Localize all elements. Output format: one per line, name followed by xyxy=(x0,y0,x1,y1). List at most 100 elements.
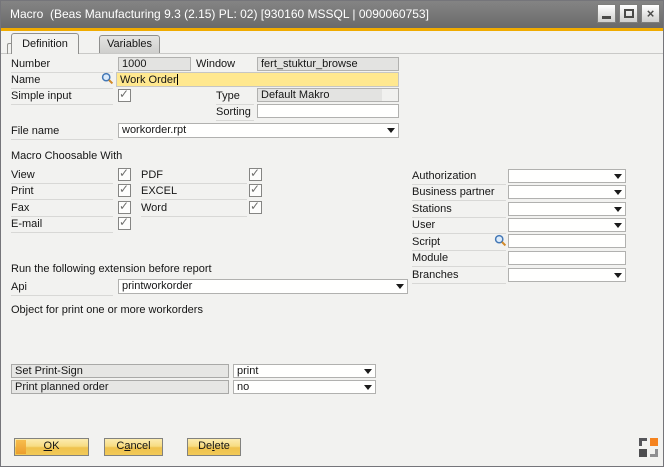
chevron-down-icon xyxy=(614,207,622,212)
simple-input-checkbox[interactable]: ✓ xyxy=(118,89,131,102)
logo-corner-top-left xyxy=(639,438,647,446)
tab-definition[interactable]: Definition xyxy=(11,33,79,54)
choosable-heading: Macro Choosable With xyxy=(11,150,171,164)
set-print-sign-label: Set Print-Sign xyxy=(11,364,229,378)
chevron-down-icon xyxy=(614,223,622,228)
tab-variables[interactable]: Variables xyxy=(99,35,160,53)
logo-corner-bottom-right xyxy=(650,449,658,457)
print-planned-order-value: no xyxy=(237,381,249,393)
logo-square-gray xyxy=(639,449,647,457)
ok-label-post: K xyxy=(52,440,59,452)
api-description: Object for print one or more workorders xyxy=(11,304,331,318)
extension-heading: Run the following extension before repor… xyxy=(11,263,301,277)
chevron-down-icon xyxy=(364,385,372,390)
delete-label-pre: De xyxy=(198,440,212,452)
macro-dialog-window: Macro (Beas Manufacturing 9.3 (2.15) PL:… xyxy=(0,0,664,467)
number-label: Number xyxy=(11,58,113,73)
business-partner-dropdown[interactable] xyxy=(508,185,626,199)
number-field: 1000 xyxy=(118,57,191,71)
title-bar[interactable]: Macro (Beas Manufacturing 9.3 (2.15) PL:… xyxy=(1,1,663,28)
chevron-down-icon xyxy=(614,190,622,195)
check-icon: ✓ xyxy=(119,216,129,229)
print-label: Print xyxy=(11,185,113,200)
file-name-dropdown[interactable]: workorder.rpt xyxy=(118,123,399,138)
api-value: printworkorder xyxy=(122,280,192,292)
type-field: Default Makro xyxy=(257,88,399,102)
stations-dropdown[interactable] xyxy=(508,202,626,216)
print-checkbox[interactable]: ✓ xyxy=(118,184,131,197)
set-print-sign-dropdown[interactable]: print xyxy=(233,364,376,378)
ok-button[interactable]: OK xyxy=(14,438,89,456)
window-controls: × xyxy=(597,4,660,23)
excel-checkbox[interactable]: ✓ xyxy=(249,184,262,197)
name-label: Name xyxy=(11,74,113,89)
maximize-icon xyxy=(624,9,634,18)
chevron-down-icon xyxy=(614,174,622,179)
check-icon: ✓ xyxy=(119,88,129,101)
user-dropdown[interactable] xyxy=(508,218,626,232)
branches-label: Branches xyxy=(412,269,506,284)
email-label: E-mail xyxy=(11,218,113,233)
minimize-button[interactable] xyxy=(597,4,616,23)
word-checkbox[interactable]: ✓ xyxy=(249,201,262,214)
name-field[interactable]: Work Order xyxy=(116,72,399,87)
pdf-checkbox[interactable]: ✓ xyxy=(249,168,262,181)
user-label: User xyxy=(412,219,506,234)
accent-line xyxy=(1,28,663,31)
word-label: Word xyxy=(141,202,247,217)
close-icon: × xyxy=(647,7,655,20)
maximize-button[interactable] xyxy=(619,4,638,23)
delete-label-post: ete xyxy=(215,440,230,452)
module-label: Module xyxy=(412,252,506,267)
beas-logo-icon xyxy=(639,438,658,457)
view-label: View xyxy=(11,169,113,184)
minimize-icon xyxy=(602,16,611,19)
text-caret xyxy=(177,74,178,85)
chevron-down-icon xyxy=(387,128,395,133)
chevron-down-icon xyxy=(396,284,404,289)
delete-button[interactable]: Delete xyxy=(187,438,241,456)
name-lookup-magnifier-icon[interactable] xyxy=(101,72,114,85)
check-icon: ✓ xyxy=(119,167,129,180)
cancel-button[interactable]: Cancel xyxy=(104,438,163,456)
tab-strip-divider xyxy=(1,53,663,54)
check-icon: ✓ xyxy=(119,183,129,196)
type-field-cap xyxy=(382,89,398,101)
chevron-down-icon xyxy=(364,369,372,374)
cancel-label-post: ncel xyxy=(130,440,150,452)
name-value: Work Order xyxy=(120,74,177,86)
sorting-field[interactable] xyxy=(257,104,399,118)
script-field[interactable] xyxy=(508,234,626,248)
window-label: Window xyxy=(196,58,254,73)
business-partner-label: Business partner xyxy=(412,186,506,201)
window-field: fert_stuktur_browse xyxy=(257,57,399,71)
check-icon: ✓ xyxy=(119,200,129,213)
check-icon: ✓ xyxy=(250,183,260,196)
close-button[interactable]: × xyxy=(641,4,660,23)
simple-input-label: Simple input xyxy=(11,90,113,105)
view-checkbox[interactable]: ✓ xyxy=(118,168,131,181)
module-field[interactable] xyxy=(508,251,626,265)
chevron-down-icon xyxy=(614,273,622,278)
authorization-label: Authorization xyxy=(412,170,506,185)
type-label: Type xyxy=(216,90,254,105)
fax-checkbox[interactable]: ✓ xyxy=(118,201,131,214)
check-icon: ✓ xyxy=(250,200,260,213)
check-icon: ✓ xyxy=(250,167,260,180)
script-lookup-magnifier-icon[interactable] xyxy=(494,234,507,247)
script-label: Script xyxy=(412,236,506,251)
branches-dropdown[interactable] xyxy=(508,268,626,282)
default-button-accent xyxy=(16,440,26,454)
authorization-dropdown[interactable] xyxy=(508,169,626,183)
file-name-value: workorder.rpt xyxy=(122,124,186,136)
file-name-label: File name xyxy=(11,125,113,140)
stations-label: Stations xyxy=(412,203,506,218)
set-print-sign-value: print xyxy=(237,365,258,377)
print-planned-order-dropdown[interactable]: no xyxy=(233,380,376,394)
sorting-label: Sorting xyxy=(216,106,254,121)
email-checkbox[interactable]: ✓ xyxy=(118,217,131,230)
api-dropdown[interactable]: printworkorder xyxy=(118,279,408,294)
pdf-label: PDF xyxy=(141,169,247,184)
window-title: Macro (Beas Manufacturing 9.3 (2.15) PL:… xyxy=(10,1,429,28)
excel-label: EXCEL xyxy=(141,185,247,200)
